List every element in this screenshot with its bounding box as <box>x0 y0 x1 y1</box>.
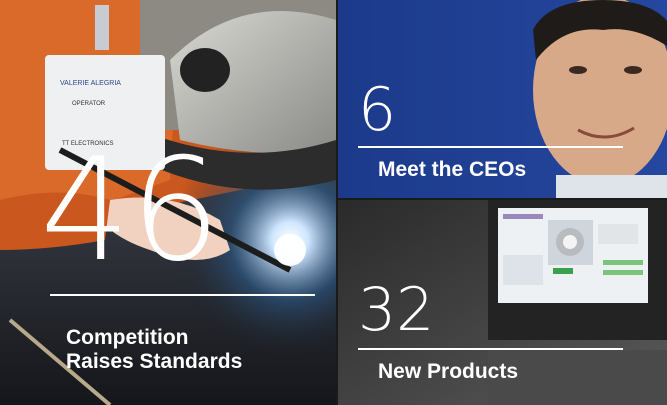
story-title[interactable]: Meet the CEOs <box>378 158 526 182</box>
divider-line <box>358 348 623 350</box>
page-number: 6 <box>358 75 397 145</box>
page-number: 46 <box>40 128 221 293</box>
svg-text:OPERATOR: OPERATOR <box>72 101 106 107</box>
svg-text:VALERIE ALEGRIA: VALERIE ALEGRIA <box>60 80 121 87</box>
divider-line <box>50 294 315 296</box>
story-new-products[interactable]: 32 New Products <box>338 200 667 405</box>
page-number: 32 <box>358 275 435 345</box>
story-title[interactable]: Competition Raises Standards <box>66 326 242 374</box>
story-competition[interactable]: VALERIE ALEGRIA OPERATOR TT ELECTRONICS … <box>0 0 336 405</box>
story-ceos[interactable]: 6 Meet the CEOs <box>338 0 667 198</box>
divider-line <box>358 146 623 148</box>
story-title[interactable]: New Products <box>378 360 518 384</box>
